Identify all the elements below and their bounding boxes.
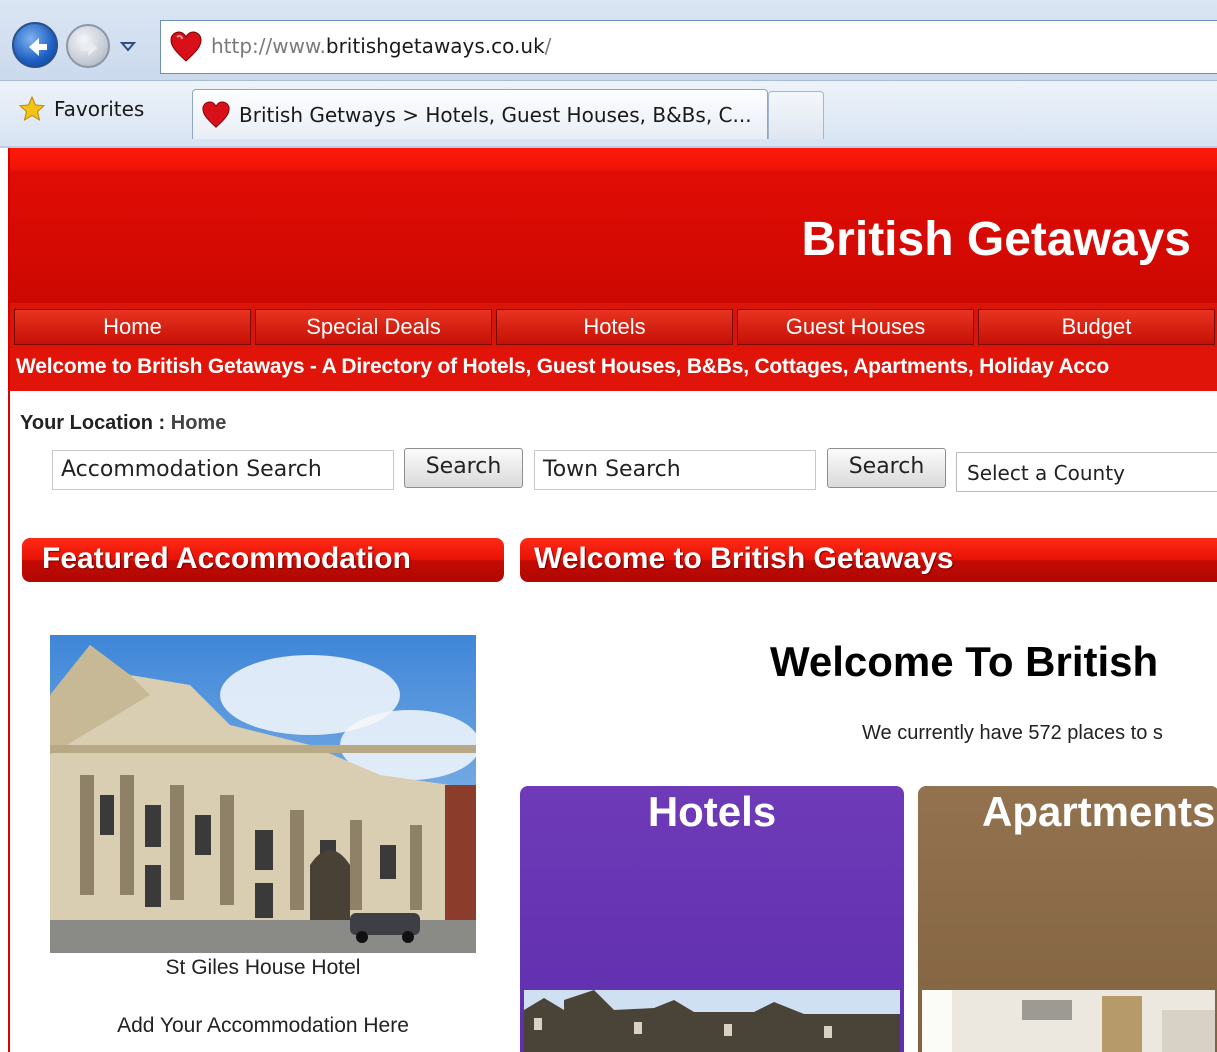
heart-favicon-icon	[202, 100, 230, 128]
welcome-title: Welcome To British	[770, 638, 1159, 685]
nav-home[interactable]: Home	[14, 309, 251, 345]
forward-button[interactable]	[66, 24, 110, 68]
favorites-star-icon	[18, 95, 46, 122]
town-search-input[interactable]: Town Search	[534, 450, 816, 490]
nav-hotels[interactable]: Hotels	[496, 309, 733, 345]
dropdown-icon[interactable]	[120, 38, 136, 54]
town-search-button[interactable]: Search	[827, 448, 946, 488]
nav-budget[interactable]: Budget	[978, 309, 1215, 345]
places-count-text: We currently have 572 places to s	[862, 722, 1163, 744]
browser-chrome: http://www.britishgetaways.co.uk/ Favori…	[0, 0, 1217, 148]
hotels-tile-title: Hotels	[647, 788, 777, 835]
accommodation-search-input[interactable]: Accommodation Search	[52, 450, 394, 490]
featured-accommodation-header: Featured Accommodation	[22, 538, 504, 582]
site-banner: British Getaways	[10, 148, 1217, 303]
apartments-tile-title: Apartments	[982, 788, 1216, 835]
favorites-label: Favorites	[54, 97, 145, 121]
apartments-tile-image	[922, 990, 1215, 1052]
site-content: British Getaways Home Special Deals Hote…	[8, 148, 1217, 1052]
favorites-button[interactable]: Favorites	[18, 95, 144, 123]
apartments-tile[interactable]: Apartments	[918, 786, 1217, 1052]
location-label: Your Location :	[20, 412, 166, 434]
tab-bar: Favorites British Getways > Hotels, Gues…	[0, 80, 1217, 146]
site-title: British Getaways	[801, 213, 1191, 266]
tab-active[interactable]: British Getways > Hotels, Guest Houses, …	[192, 89, 768, 139]
featured-caption[interactable]: St Giles House Hotel	[50, 956, 476, 980]
nav-guest-houses[interactable]: Guest Houses	[737, 309, 974, 345]
address-bar[interactable]: http://www.britishgetaways.co.uk/	[160, 20, 1217, 74]
welcome-ticker: Welcome to British Getaways - A Director…	[10, 347, 1217, 391]
back-button[interactable]	[12, 22, 58, 68]
hotels-tile-image	[524, 990, 900, 1052]
nav-special-deals[interactable]: Special Deals	[255, 309, 492, 345]
location-value[interactable]: Home	[171, 412, 227, 434]
add-accommodation-link[interactable]: Add Your Accommodation Here	[50, 1014, 476, 1038]
url-text: http://www.britishgetaways.co.uk/	[211, 34, 552, 58]
featured-hotel-photo[interactable]	[50, 635, 476, 953]
welcome-header: Welcome to British Getaways	[520, 538, 1217, 582]
accommodation-search-button[interactable]: Search	[404, 448, 523, 488]
forward-arrow-icon	[80, 39, 98, 57]
tab-title: British Getways > Hotels, Guest Houses, …	[239, 102, 752, 127]
county-select[interactable]: Select a County	[956, 452, 1217, 492]
hotels-tile[interactable]: Hotels	[520, 786, 904, 1052]
breadcrumb: Your Location : Home	[20, 412, 226, 435]
new-tab-button[interactable]	[768, 91, 824, 139]
main-nav: Home Special Deals Hotels Guest Houses B…	[10, 303, 1217, 347]
heart-favicon-icon	[170, 31, 202, 62]
back-arrow-icon	[29, 38, 47, 56]
